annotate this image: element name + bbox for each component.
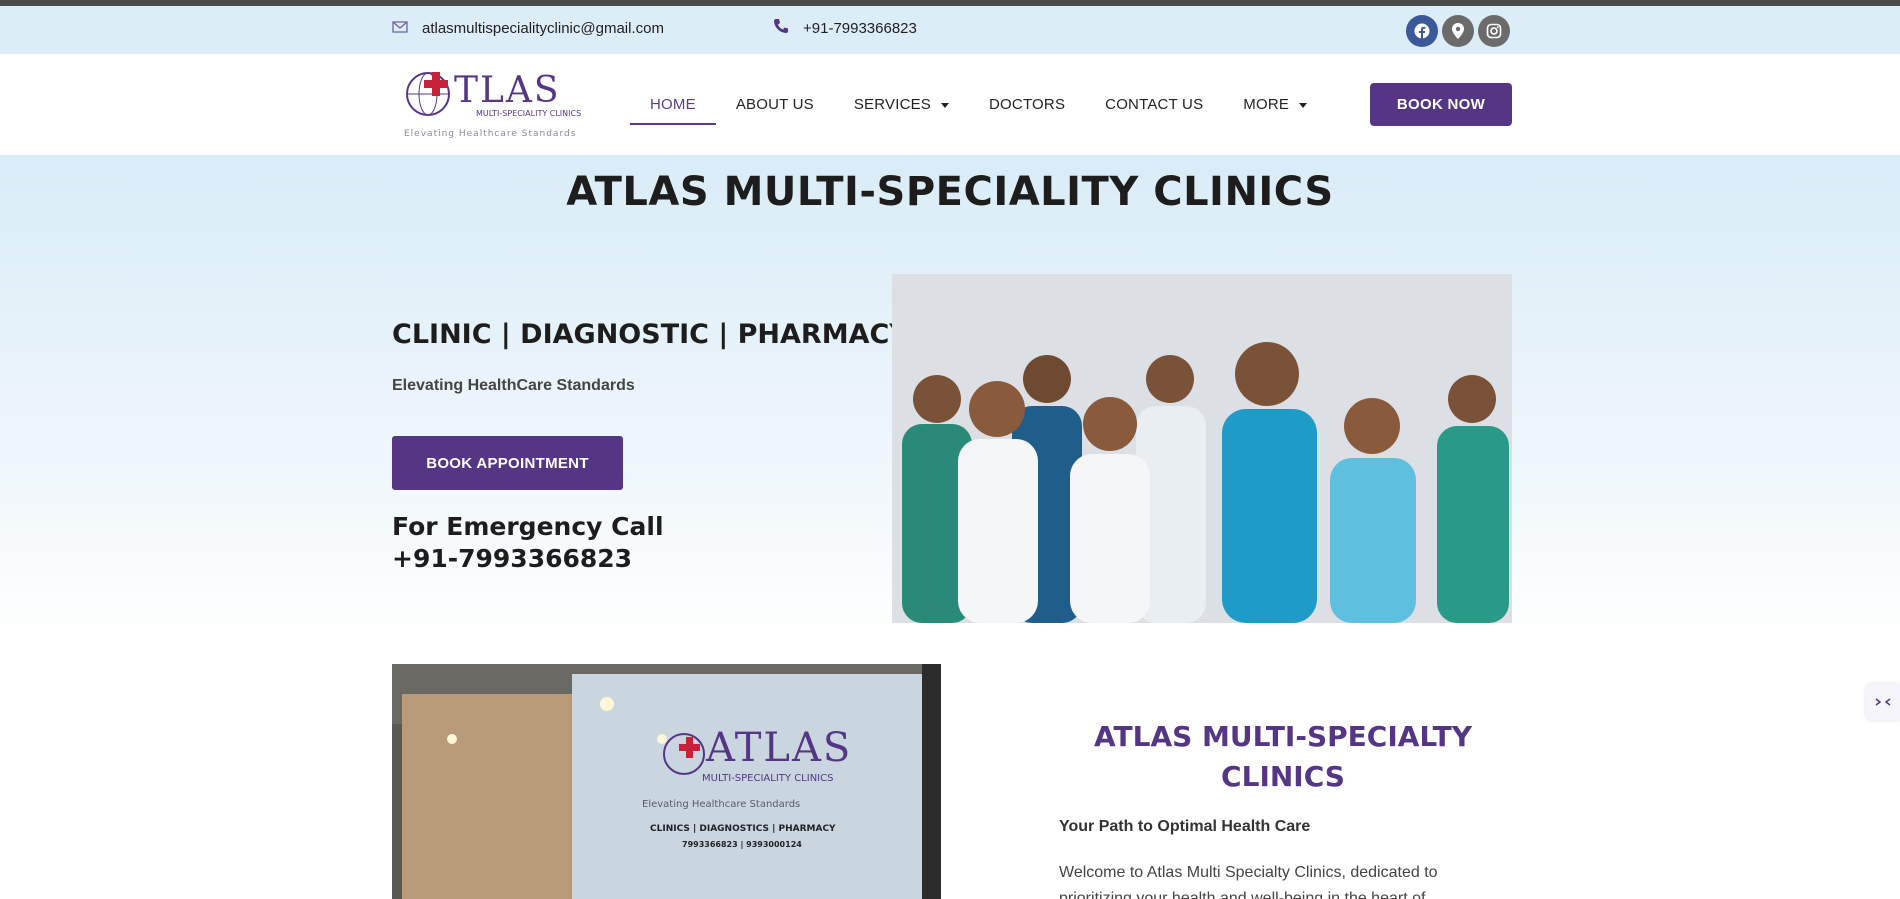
emergency-phone[interactable]: +91-7993366823 [392, 543, 664, 575]
main-nav: HOME ABOUT US SERVICES DOCTORS CONTACT U… [630, 54, 1327, 155]
email-text[interactable]: atlasmultispecialityclinic@gmail.com [422, 20, 664, 37]
site-header: TLAS MULTI-SPECIALITY CLINICS Elevating … [0, 54, 1900, 155]
clinic-sign-subtitle: MULTI-SPECIALITY CLINICS [702, 773, 833, 784]
hero-tagline: Elevating HealthCare Standards [392, 377, 635, 394]
clinic-reception-image: ATLAS MULTI-SPECIALITY CLINICS Elevating… [392, 664, 941, 899]
envelope-icon [392, 19, 408, 37]
about-title: ATLAS MULTI-SPECIALTY CLINICS [1094, 720, 1472, 793]
hero-subhead: CLINIC | DIAGNOSTIC | PHARMACY [392, 319, 909, 350]
email-contact[interactable]: atlasmultispecialityclinic@gmail.com [392, 16, 664, 40]
book-appointment-button[interactable]: BOOK APPOINTMENT [392, 436, 623, 490]
chevron-down-icon [941, 103, 950, 108]
about-subtitle: Your Path to Optimal Health Care [1059, 818, 1311, 835]
info-bar: atlasmultispecialityclinic@gmail.com +91… [0, 6, 1900, 54]
nav-more[interactable]: MORE [1223, 54, 1327, 155]
accessibility-widget-icon[interactable] [1866, 684, 1900, 720]
emergency-label: For Emergency Call [392, 512, 664, 541]
clinic-sign-services: CLINICS | DIAGNOSTICS | PHARMACY [650, 824, 836, 834]
social-links [1406, 15, 1510, 47]
doctors-team-image [892, 274, 1512, 623]
hero-section: ATLAS MULTI-SPECIALITY CLINICS CLINIC | … [0, 155, 1900, 645]
svg-text:TLAS: TLAS [454, 70, 561, 111]
about-body: Welcome to Atlas Multi Specialty Clinics… [1059, 864, 1438, 899]
atlas-logo[interactable]: TLAS MULTI-SPECIALITY CLINICS Elevating … [404, 64, 584, 144]
page-title: ATLAS MULTI-SPECIALITY CLINICS [566, 169, 1334, 215]
instagram-icon[interactable] [1478, 15, 1510, 47]
map-pin-icon[interactable] [1442, 15, 1474, 47]
phone-icon [773, 18, 789, 38]
nav-services[interactable]: SERVICES [834, 54, 969, 155]
svg-text:Elevating Healthcare Standards: Elevating Healthcare Standards [404, 129, 576, 139]
clinic-sign-tagline: Elevating Healthcare Standards [642, 799, 800, 810]
chevron-down-icon [1299, 103, 1308, 108]
phone-contact[interactable]: +91-7993366823 [773, 16, 917, 40]
clinic-sign-phones: 7993366823 | 9393000124 [682, 840, 802, 849]
nav-home[interactable]: HOME [630, 54, 716, 155]
emergency-call: For Emergency Call +91-7993366823 [392, 511, 664, 575]
phone-text[interactable]: +91-7993366823 [803, 20, 917, 37]
nav-about-us[interactable]: ABOUT US [716, 54, 834, 155]
facebook-icon[interactable] [1406, 15, 1438, 47]
book-now-button[interactable]: BOOK NOW [1370, 83, 1512, 126]
svg-text:MULTI-SPECIALITY CLINICS: MULTI-SPECIALITY CLINICS [476, 109, 581, 118]
nav-doctors[interactable]: DOCTORS [969, 54, 1085, 155]
clinic-sign-name: ATLAS [705, 725, 852, 771]
nav-contact-us[interactable]: CONTACT US [1085, 54, 1223, 155]
